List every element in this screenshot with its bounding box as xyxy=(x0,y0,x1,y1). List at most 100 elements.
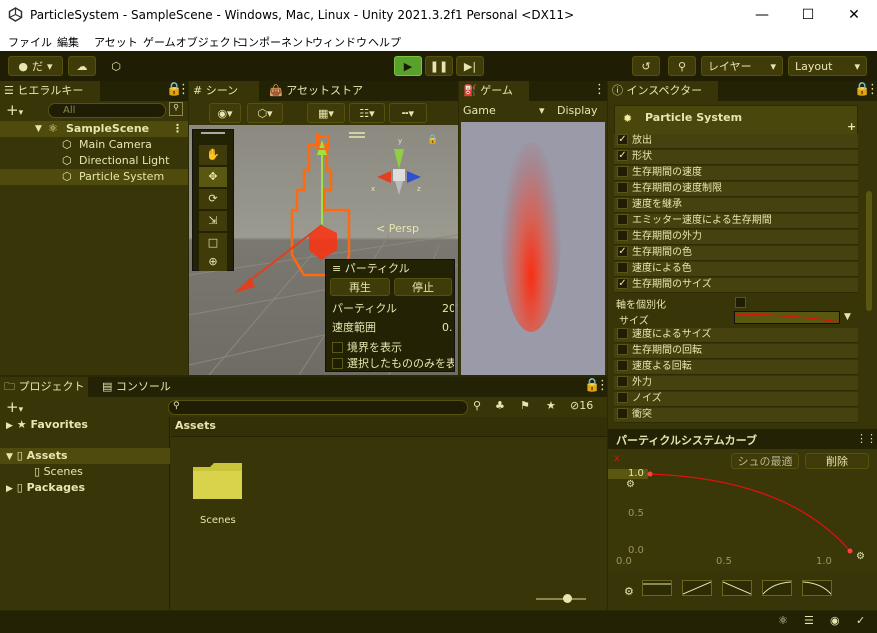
undo-history-button[interactable]: ↺ xyxy=(632,56,660,76)
menu-gameobject[interactable]: ゲームオブジェクト xyxy=(143,34,242,50)
project-search-input[interactable]: ⚲ xyxy=(168,400,468,415)
bug-icon[interactable]: ⚛ xyxy=(778,614,788,627)
module-checkbox[interactable] xyxy=(617,327,628,339)
module-checkbox[interactable]: ✓ xyxy=(617,277,628,289)
module-row[interactable]: 速度を継承 xyxy=(614,197,858,213)
separate-axes-checkbox[interactable] xyxy=(735,297,746,308)
filter-label-icon[interactable]: ⚑ xyxy=(520,399,530,412)
module-row[interactable]: ✓ 生存期間のサイズ xyxy=(614,277,858,293)
module-checkbox[interactable] xyxy=(617,343,628,355)
module-checkbox[interactable] xyxy=(617,229,628,241)
checkbox[interactable] xyxy=(332,341,343,353)
module-row[interactable]: ✓ 放出 xyxy=(614,133,858,149)
list-item[interactable]: ⬡ Main Camera xyxy=(0,137,188,153)
lock-icon[interactable]: 🔒 xyxy=(166,83,182,99)
search-button[interactable]: ⚲ xyxy=(668,56,696,76)
close-button[interactable]: ✕ xyxy=(831,0,877,31)
menu-component[interactable]: コンポーネント xyxy=(237,34,314,50)
module-checkbox[interactable]: ✓ xyxy=(617,133,628,145)
tab-project[interactable]: 🗀 プロジェクト xyxy=(0,377,88,397)
panel-menu-icon[interactable]: ⋮ xyxy=(866,432,877,445)
module-row[interactable]: 生存期間の外力 xyxy=(614,229,858,245)
tab-scene[interactable]: # シーン xyxy=(189,81,259,101)
list-item[interactable]: ⬡ Directional Light xyxy=(0,153,188,169)
maximize-button[interactable]: ☐ xyxy=(785,0,831,31)
scenes-folder-item[interactable] xyxy=(192,461,244,501)
lock-icon[interactable]: 🔒 xyxy=(854,83,870,99)
layers-icon[interactable]: ☰ xyxy=(804,614,814,627)
layers-dropdown[interactable]: レイヤー ▾ xyxy=(701,56,783,76)
tab-hierarchy[interactable]: ☰ ヒエラルキー xyxy=(0,81,100,101)
module-checkbox[interactable] xyxy=(617,197,628,209)
gizmo-toggle-dropdown[interactable]: ▦▾ xyxy=(307,103,345,123)
module-row[interactable]: ノイズ xyxy=(614,391,858,407)
lock-icon[interactable]: 🔒 xyxy=(584,379,600,395)
check-icon[interactable]: ✓ xyxy=(856,614,865,627)
module-row[interactable]: 衝突 xyxy=(614,407,858,423)
filter-type-icon[interactable]: ♣ xyxy=(495,399,505,412)
module-row[interactable]: 外力 xyxy=(614,375,858,391)
rotate-tool-button[interactable]: ⟳ xyxy=(199,189,227,209)
show-selected-only-toggle[interactable]: 選択したもののみを表示 xyxy=(332,356,454,371)
menu-help[interactable]: ヘルプ xyxy=(368,34,401,50)
scene-menu-icon[interactable]: ⋮ xyxy=(172,121,183,137)
module-checkbox[interactable] xyxy=(617,407,628,419)
module-checkbox[interactable] xyxy=(617,181,628,193)
module-row[interactable]: 生存期間の速度 xyxy=(614,165,858,181)
account-dropdown[interactable]: ● だ ▾ xyxy=(8,56,63,76)
hand-tool-button[interactable]: ✋ xyxy=(199,145,227,165)
zoom-slider-handle[interactable] xyxy=(563,594,572,603)
overlay-header[interactable]: ≡ パーティクル xyxy=(332,261,452,277)
game-viewport[interactable] xyxy=(461,122,605,375)
dropdown-arrow-icon[interactable]: ▼ xyxy=(844,312,851,322)
module-checkbox[interactable]: ✓ xyxy=(617,245,628,257)
module-checkbox[interactable] xyxy=(617,261,628,273)
scene-row[interactable]: ▼ ⚛ SampleScene ⋮ xyxy=(0,121,188,137)
module-row[interactable]: エミッター速度による生存期間 xyxy=(614,213,858,229)
step-button[interactable]: ▶| xyxy=(456,56,484,76)
favorites-row[interactable]: ▶ ★ Favorites xyxy=(6,417,88,433)
menu-window[interactable]: ウィンドウ xyxy=(312,34,367,50)
transform-tool-button[interactable]: ⊕ xyxy=(199,253,227,271)
size-curve-field[interactable] xyxy=(734,311,840,324)
increment-snap-dropdown[interactable]: ╍▾ xyxy=(389,103,427,123)
game-view-select[interactable]: Game ▾ xyxy=(463,103,547,119)
layout-dropdown[interactable]: Layout ▾ xyxy=(788,56,867,76)
module-checkbox[interactable] xyxy=(617,391,628,403)
display-select[interactable]: Display xyxy=(557,103,598,119)
rect-tool-button[interactable]: □ xyxy=(199,233,227,253)
pause-button[interactable]: ❚❚ xyxy=(425,56,453,76)
assets-row[interactable]: ▼ ▯ Assets xyxy=(0,448,170,464)
collab-button[interactable]: ⬡ xyxy=(104,56,128,76)
menu-assets[interactable]: アセット xyxy=(94,34,138,50)
module-checkbox[interactable] xyxy=(617,165,628,177)
search-options-icon[interactable]: ⚲ xyxy=(169,102,183,116)
module-checkbox[interactable] xyxy=(617,375,628,387)
gear-icon[interactable]: ⚙ xyxy=(624,585,634,598)
scale-tool-button[interactable]: ⇲ xyxy=(199,211,227,231)
add-button[interactable]: +▾ xyxy=(6,101,23,122)
tab-console[interactable]: ▤ コンソール xyxy=(98,377,178,397)
minimize-button[interactable]: — xyxy=(739,0,785,31)
tab-asset-store[interactable]: 👜 アセットストア xyxy=(265,81,375,101)
module-checkbox[interactable]: ✓ xyxy=(617,149,628,161)
show-bounds-toggle[interactable]: 境界を表示 xyxy=(332,340,402,356)
add-module-icon[interactable]: + xyxy=(847,120,856,133)
tab-inspector[interactable]: ⓘ インスペクター xyxy=(608,81,718,101)
panel-menu-icon[interactable]: ⋮ xyxy=(596,379,609,395)
orientation-gizmo-icon[interactable]: y x z xyxy=(369,135,429,205)
drag-handle-icon[interactable] xyxy=(201,132,225,134)
draw-mode-dropdown[interactable]: ◉▾ xyxy=(209,103,241,123)
curve-editor[interactable]: x シュの最適 削除 1.0 0.5 0.0 0.0 0.5 1.0 ⚙ ⚙ xyxy=(608,449,877,571)
cloud-button[interactable]: ☁ xyxy=(68,56,96,76)
create-button[interactable]: +▾ xyxy=(6,398,23,419)
scenes-row[interactable]: ▯ Scenes xyxy=(34,464,83,480)
stop-particles-button[interactable]: 停止 xyxy=(394,278,452,296)
module-row[interactable]: 生存期間の速度制限 xyxy=(614,181,858,197)
preset-flat[interactable] xyxy=(642,580,672,596)
panel-menu-icon[interactable]: ⋮ xyxy=(177,83,190,99)
module-row[interactable]: ✓ 生存期間の色 xyxy=(614,245,858,261)
panel-menu-icon[interactable]: ⋮ xyxy=(593,83,606,99)
module-checkbox[interactable] xyxy=(617,359,628,371)
tab-game[interactable]: ⛽ ゲーム xyxy=(459,81,529,101)
